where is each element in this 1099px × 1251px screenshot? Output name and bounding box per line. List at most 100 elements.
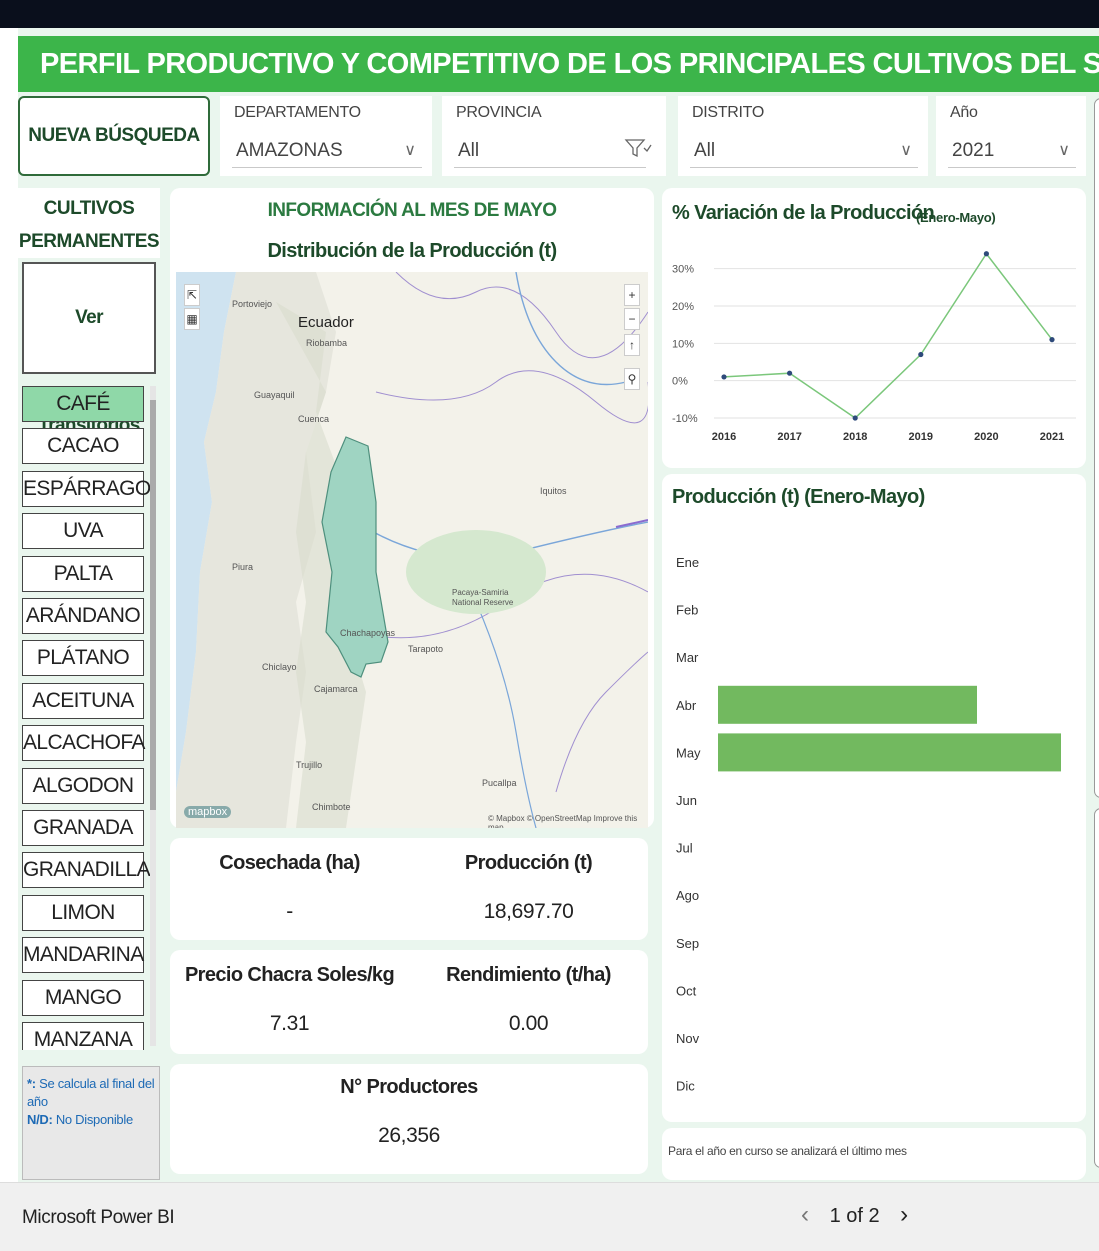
new-search-button[interactable]: NUEVA BÚSQUEDA <box>18 96 210 176</box>
footer-note: Para el año en curso se analizará el últ… <box>668 1144 907 1158</box>
series-line <box>723 252 1053 419</box>
crop-item[interactable]: MANGO <box>22 979 144 1016</box>
note-text: Se calcula al final del año <box>27 1076 155 1109</box>
filter-departamento: DEPARTAMENTO AMAZONAS ∨ <box>220 96 432 176</box>
map-label: National Reserve <box>452 598 514 607</box>
mapbox-logo: mapbox <box>184 806 232 818</box>
kpi-produccion: Producción (t) 18,697.70 <box>409 838 648 940</box>
app-name: Microsoft Power BI <box>22 1207 175 1228</box>
offscreen-panel-edge <box>1094 98 1099 798</box>
map-label: Pacaya-Samiria <box>452 588 509 597</box>
map[interactable]: Ecuador Portoviejo Riobamba Guayaquil Cu… <box>176 272 648 828</box>
y-tick-label: 20% <box>672 301 694 313</box>
map-label: Chachapoyas <box>340 628 396 638</box>
crop-item[interactable]: PALTA <box>22 555 144 592</box>
info-title: INFORMACIÓN AL MES DE MAYO <box>267 200 557 221</box>
anio-dropdown[interactable]: 2021 ∨ <box>948 136 1076 168</box>
scrollbar-thumb[interactable] <box>150 400 156 810</box>
production-bar-chart[interactable]: Ene Feb Mar Abr May Jun Jul Ago Sep Oct Nov Dic <box>662 524 1086 1122</box>
top-dark-strip <box>0 0 1099 28</box>
zoom-out-icon[interactable]: − <box>624 308 640 330</box>
page-navigator: ‹ 1 of 2 › <box>792 1201 917 1233</box>
heading-line: PERMANENTES <box>18 231 160 252</box>
crop-item[interactable]: CACAO <box>22 428 144 465</box>
crop-item[interactable]: ALCACHOFA <box>22 725 145 762</box>
kpi-row-2: Precio Chacra Soles/kg 7.31 Rendimiento … <box>170 950 648 1054</box>
compass-icon[interactable]: ↑ <box>624 334 640 356</box>
kpi-row-1: Cosechada (ha) - Producción (t) 18,697.7… <box>170 838 648 940</box>
departamento-dropdown[interactable]: AMAZONAS ∨ <box>232 136 422 168</box>
map-label: Riobamba <box>306 338 348 348</box>
kpi-label: Cosechada (ha) <box>219 852 360 874</box>
grid-select-icon[interactable]: ▦ <box>184 308 200 330</box>
map-attribution[interactable]: © Mapbox © OpenStreetMap Improve this ma… <box>488 814 648 828</box>
prev-page-icon[interactable]: ‹ <box>792 1201 818 1229</box>
dropdown-value: All <box>694 140 716 161</box>
month-label: Ene <box>676 555 699 570</box>
filter-label: DEPARTAMENTO <box>234 104 361 121</box>
crop-item[interactable]: GRANADILLA <box>22 852 151 889</box>
crop-item[interactable]: MANDARINA <box>22 937 144 974</box>
filter-label: DISTRITO <box>692 104 764 121</box>
map-label: Chimbote <box>312 802 351 812</box>
crop-item[interactable]: ALGODON <box>22 767 144 804</box>
crop-list-scrollbar[interactable] <box>150 386 156 1046</box>
month-label: May <box>676 745 701 760</box>
production-chart-card: Producción (t) (Enero-Mayo) Ene Feb Mar Abr… <box>662 474 1086 1122</box>
bar[interactable] <box>718 733 1061 772</box>
month-label: Oct <box>676 983 697 998</box>
month-label: Nov <box>676 1031 700 1046</box>
map-base <box>176 272 648 828</box>
chevron-down-icon: ∨ <box>1058 142 1070 159</box>
month-label: Feb <box>676 603 698 618</box>
kpi-value: 7.31 <box>269 1012 310 1035</box>
map-label: Ecuador <box>298 314 354 331</box>
month-label: Dic <box>676 1079 695 1094</box>
crop-item[interactable]: ACEITUNA <box>22 682 144 719</box>
crop-item[interactable]: ARÁNDANO <box>22 598 144 634</box>
kpi-value: 26,356 <box>378 1124 440 1147</box>
map-label: Tarapoto <box>408 644 444 654</box>
variation-line-chart[interactable]: 30% 20% 10% 0% -10% 2016 2017 2018 2019 2020 2021 <box>662 228 1086 468</box>
data-point[interactable] <box>787 370 793 376</box>
bar[interactable] <box>718 685 977 724</box>
y-tick-label: -10% <box>672 413 698 425</box>
map-search-icon[interactable]: ⚲ <box>624 368 640 390</box>
data-point[interactable] <box>852 415 858 421</box>
legend-note: *: Se calcula al final del año N/D: No D… <box>22 1066 160 1180</box>
map-label: Trujillo <box>296 760 323 770</box>
crop-item[interactable]: PLÁTANO <box>22 640 144 677</box>
filter-distrito: DISTRITO All ∨ <box>678 96 928 176</box>
next-page-icon[interactable]: › <box>891 1201 917 1229</box>
data-point[interactable] <box>918 351 924 358</box>
crop-item[interactable]: CAFÉ <box>22 386 144 422</box>
crop-item[interactable]: GRANADA <box>22 810 144 846</box>
provincia-dropdown[interactable]: All <box>454 136 652 168</box>
filter-funnel-icon[interactable] <box>624 136 652 169</box>
kpi-rendimiento: Rendimiento (t/ha) 0.00 <box>409 950 648 1054</box>
kpi-value: 0.00 <box>508 1012 549 1035</box>
month-label: Jun <box>676 793 697 808</box>
kpi-label: N° Productores <box>340 1076 478 1098</box>
offscreen-panel-edge <box>1094 808 1099 1168</box>
x-tick-label: 2017 <box>777 431 801 443</box>
kpi-precio: Precio Chacra Soles/kg 7.31 <box>170 950 409 1054</box>
crop-item[interactable]: ESPÁRRAGO <box>22 470 151 507</box>
crop-item[interactable]: MANZANA <box>22 1022 144 1050</box>
focus-mode-icon[interactable]: ⇱ <box>184 284 200 306</box>
crop-item[interactable]: UVA <box>22 513 144 550</box>
filter-anio: Año 2021 ∨ <box>936 96 1086 176</box>
month-label: Mar <box>676 650 699 665</box>
map-label: Guayaquil <box>254 390 295 400</box>
data-point[interactable] <box>983 251 989 257</box>
view-transitory-button[interactable]: Ver Transitorios <box>22 262 156 436</box>
data-point[interactable] <box>721 374 727 380</box>
crop-item[interactable]: LIMON <box>22 894 144 931</box>
data-point[interactable] <box>1049 337 1055 343</box>
zoom-in-icon[interactable]: + <box>624 284 640 306</box>
filter-label: Año <box>950 104 978 121</box>
y-tick-label: 30% <box>672 264 694 276</box>
distrito-dropdown[interactable]: All ∨ <box>690 136 918 168</box>
crop-category-heading: CULTIVOS PERMANENTES <box>18 188 160 258</box>
dropdown-value: All <box>458 140 480 161</box>
